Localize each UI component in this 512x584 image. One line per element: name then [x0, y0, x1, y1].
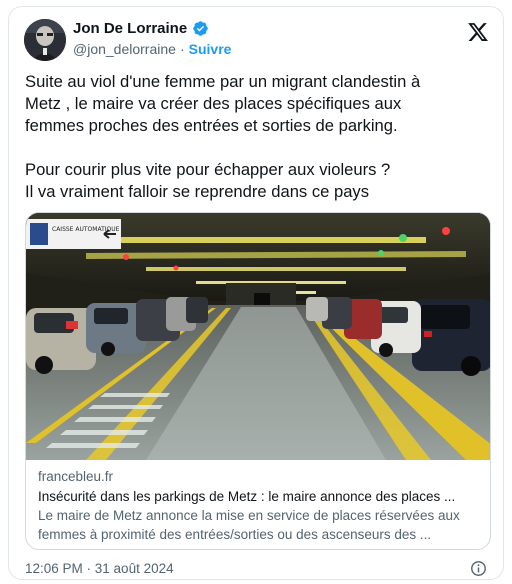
- link-title: Insécurité dans les parkings de Metz : l…: [38, 489, 456, 504]
- follow-button[interactable]: Suivre: [189, 41, 232, 57]
- author-name[interactable]: Jon De Lorraine: [73, 20, 187, 37]
- tweet-line: Metz , le maire va créer des places spéc…: [25, 94, 402, 113]
- link-domain: francebleu.fr: [38, 469, 114, 484]
- parking-garage-image: CAISSE AUTOMATIQUE: [26, 213, 490, 460]
- sign-text: CAISSE AUTOMATIQUE: [52, 226, 120, 233]
- tweet-line: Suite au viol d'une femme par un migrant…: [25, 72, 421, 91]
- link-description-line: femmes à proximité des entrées/sorties o…: [38, 527, 432, 542]
- link-description: Le maire de Metz annonce la mise en serv…: [38, 506, 484, 544]
- avatar[interactable]: [24, 19, 66, 61]
- link-preview-card[interactable]: CAISSE AUTOMATIQUE francebleu.fr Insécur…: [25, 212, 491, 550]
- link-description-line: Le maire de Metz annonce la mise en serv…: [38, 508, 460, 523]
- tweet-line: Il va vraiment falloir se reprendre dans…: [25, 182, 370, 201]
- tweet-line: Pour courir plus vite pour échapper aux …: [25, 160, 391, 179]
- x-logo-icon[interactable]: [467, 21, 489, 43]
- verified-badge-icon: [192, 20, 209, 37]
- info-icon[interactable]: [470, 560, 487, 577]
- tweet-line: femmes proches des entrées et sorties de…: [25, 116, 398, 135]
- tweet-card: Jon De Lorraine @jon_delorraine · Suivre…: [8, 6, 504, 580]
- separator-dot: ·: [179, 41, 185, 57]
- tweet-text: Suite au viol d'une femme par un migrant…: [25, 71, 495, 203]
- tweet-timestamp[interactable]: 12:06 PM · 31 août 2024: [25, 561, 174, 576]
- author-handle[interactable]: @jon_delorraine: [73, 41, 176, 57]
